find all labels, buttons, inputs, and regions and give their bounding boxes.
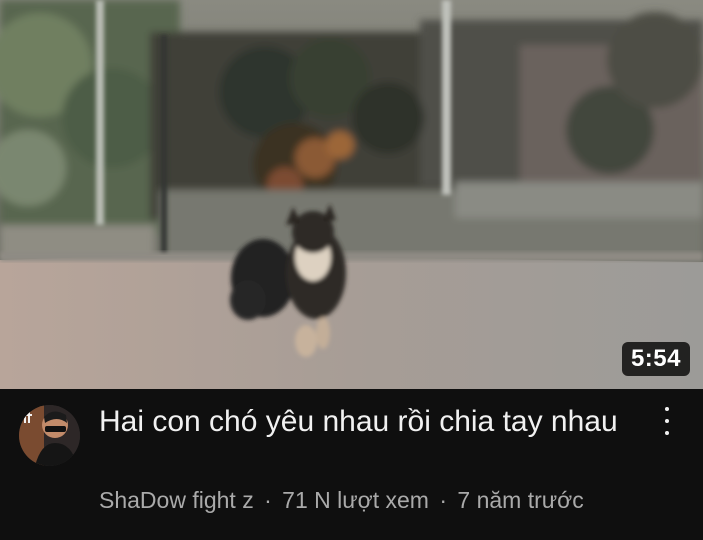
channel-name[interactable]: ShaDow fight z	[99, 487, 254, 513]
video-meta: ShaDow fight z · 71 N lượt xem · 7 năm t…	[99, 485, 659, 515]
menu-dot	[665, 407, 669, 411]
menu-dot	[665, 431, 669, 435]
channel-avatar[interactable]	[19, 405, 80, 466]
menu-dot	[665, 419, 669, 423]
video-card[interactable]: 5:54 Hai con chó yêu nhau rồi chia tay n…	[0, 0, 703, 540]
video-details: Hai con chó yêu nhau rồi chia tay nhau S…	[0, 389, 703, 540]
meta-separator: ·	[264, 487, 272, 513]
view-count: 71 N lượt xem	[282, 487, 429, 513]
video-title[interactable]: Hai con chó yêu nhau rồi chia tay nhau	[99, 403, 619, 441]
upload-age: 7 năm trước	[457, 487, 584, 513]
more-options-icon[interactable]	[657, 407, 677, 435]
duration-badge: 5:54	[621, 342, 690, 376]
meta-separator: ·	[439, 487, 448, 513]
avatar-image	[19, 405, 80, 466]
video-thumbnail[interactable]: 5:54	[0, 0, 703, 389]
thumbnail-image	[0, 0, 703, 389]
